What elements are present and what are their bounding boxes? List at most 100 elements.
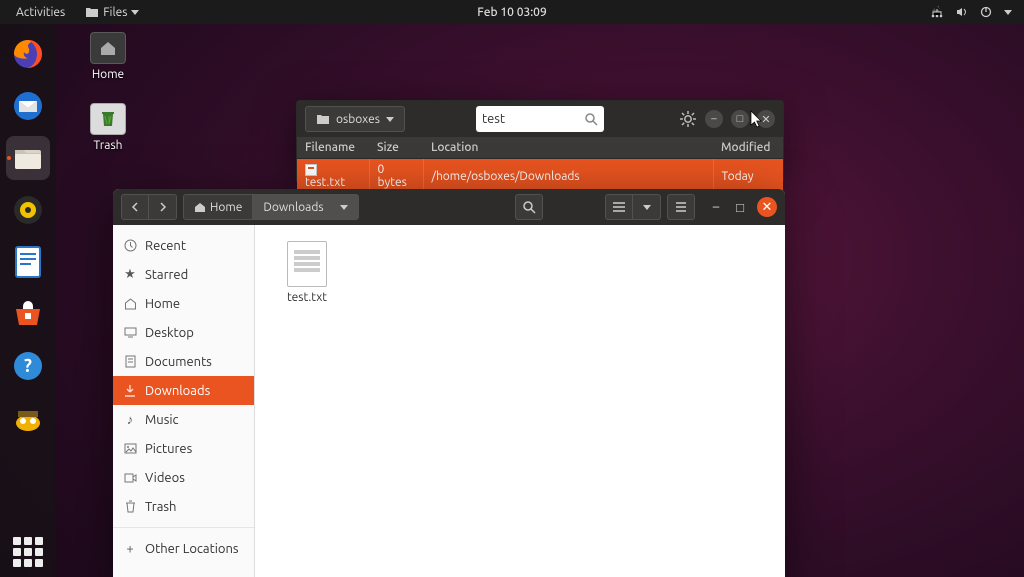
power-icon[interactable] bbox=[980, 6, 992, 18]
sidebar-item-recent[interactable]: Recent bbox=[113, 231, 254, 260]
videos-icon bbox=[123, 473, 137, 483]
catfish-results-table: Filename Size Location Modified test.txt… bbox=[297, 137, 783, 193]
dock-help[interactable]: ? bbox=[6, 344, 50, 388]
chevron-down-icon bbox=[340, 205, 348, 210]
close-button[interactable]: ✕ bbox=[757, 197, 777, 217]
catfish-path-button[interactable]: osboxes bbox=[305, 106, 405, 132]
sidebar-item-downloads[interactable]: Downloads bbox=[113, 376, 254, 405]
nautilus-content[interactable]: test.txt bbox=[255, 225, 785, 577]
catfish-search-field[interactable] bbox=[476, 106, 604, 132]
dock-libreoffice-writer[interactable] bbox=[6, 240, 50, 284]
catfish-window[interactable]: osboxes – □ ✕ Filename Size Location Mod… bbox=[296, 100, 784, 182]
catfish-maximize-button[interactable]: □ bbox=[731, 110, 749, 128]
sidebar-label: Videos bbox=[145, 471, 185, 485]
nautilus-sidebar: Recent ★ Starred Home Desktop bbox=[113, 225, 255, 577]
file-name-label: test.txt bbox=[287, 291, 327, 304]
column-modified[interactable]: Modified bbox=[713, 137, 783, 159]
sidebar-item-music[interactable]: ♪ Music bbox=[113, 405, 254, 434]
hamburger-menu-button[interactable] bbox=[667, 194, 695, 220]
sidebar-item-videos[interactable]: Videos bbox=[113, 463, 254, 492]
gnome-topbar: Activities Files Feb 10 03:09 bbox=[0, 0, 1024, 24]
sidebar-label: Home bbox=[145, 297, 180, 311]
desktop-home-icon[interactable]: Home bbox=[78, 32, 138, 81]
crumb-downloads[interactable]: Downloads bbox=[253, 194, 358, 220]
column-filename[interactable]: Filename bbox=[297, 137, 369, 159]
chevron-down-icon bbox=[386, 117, 394, 122]
search-button[interactable] bbox=[515, 194, 543, 220]
svg-text:?: ? bbox=[24, 356, 32, 376]
sidebar-label: Pictures bbox=[145, 442, 192, 456]
clock[interactable]: Feb 10 03:09 bbox=[477, 6, 546, 19]
network-icon[interactable] bbox=[930, 6, 944, 18]
app-menu-label: Files bbox=[103, 6, 127, 19]
minimize-button[interactable]: – bbox=[709, 200, 723, 214]
sidebar-label: Other Locations bbox=[145, 542, 239, 556]
file-item[interactable]: test.txt bbox=[271, 241, 343, 304]
catfish-headerbar[interactable]: osboxes – □ ✕ bbox=[297, 101, 783, 137]
dock-rhythmbox[interactable] bbox=[6, 188, 50, 232]
trash-icon bbox=[123, 500, 137, 513]
pictures-icon bbox=[123, 443, 137, 454]
text-file-icon bbox=[305, 164, 317, 176]
crumb-home-label: Home bbox=[210, 201, 242, 214]
breadcrumb: Home Downloads bbox=[183, 194, 359, 220]
plus-icon: + bbox=[123, 542, 137, 556]
column-size[interactable]: Size bbox=[369, 137, 423, 159]
activities-button[interactable]: Activities bbox=[8, 4, 73, 21]
catfish-path-label: osboxes bbox=[336, 113, 380, 126]
chevron-down-icon bbox=[131, 10, 139, 15]
star-icon: ★ bbox=[123, 267, 137, 282]
volume-icon[interactable] bbox=[956, 6, 968, 18]
back-button[interactable] bbox=[121, 194, 149, 220]
sidebar-item-desktop[interactable]: Desktop bbox=[113, 318, 254, 347]
folder-icon bbox=[85, 6, 99, 18]
sidebar-label: Trash bbox=[145, 500, 176, 514]
desktop-trash-icon[interactable]: Trash bbox=[78, 103, 138, 152]
text-file-icon bbox=[287, 241, 327, 287]
crumb-downloads-label: Downloads bbox=[263, 201, 323, 214]
nautilus-headerbar[interactable]: Home Downloads – □ ✕ bbox=[113, 189, 785, 225]
view-toggle-button[interactable] bbox=[605, 194, 633, 220]
running-indicator-icon bbox=[7, 156, 11, 160]
dock-files[interactable] bbox=[6, 136, 50, 180]
sidebar-label: Recent bbox=[145, 239, 186, 253]
sidebar-item-starred[interactable]: ★ Starred bbox=[113, 260, 254, 289]
show-applications-button[interactable] bbox=[0, 537, 56, 567]
sidebar-label: Documents bbox=[145, 355, 212, 369]
desktop-icons: Home Trash bbox=[78, 32, 138, 152]
nav-back-forward bbox=[121, 194, 177, 220]
cell-filename: test.txt bbox=[305, 176, 345, 189]
dock-extra-app[interactable] bbox=[6, 396, 50, 440]
clock-icon bbox=[123, 239, 137, 252]
sidebar-label: Music bbox=[145, 413, 179, 427]
sidebar-label: Downloads bbox=[145, 384, 210, 398]
desktop-trash-label: Trash bbox=[93, 139, 122, 152]
view-dropdown-button[interactable] bbox=[633, 194, 661, 220]
catfish-settings-button[interactable] bbox=[679, 110, 697, 128]
nautilus-window[interactable]: Home Downloads – □ ✕ bbox=[113, 189, 785, 577]
cell-location: /home/osboxes/Downloads bbox=[423, 159, 713, 194]
folder-icon bbox=[316, 113, 330, 125]
dock-thunderbird[interactable] bbox=[6, 84, 50, 128]
catfish-minimize-button[interactable]: – bbox=[705, 110, 723, 128]
sidebar-item-other-locations[interactable]: + Other Locations bbox=[113, 534, 254, 563]
system-menu-chevron-icon[interactable] bbox=[1004, 10, 1012, 15]
sidebar-item-pictures[interactable]: Pictures bbox=[113, 434, 254, 463]
chevron-down-icon bbox=[643, 205, 651, 210]
cell-modified: Today bbox=[713, 159, 783, 194]
maximize-button[interactable]: □ bbox=[733, 200, 747, 214]
sidebar-item-home[interactable]: Home bbox=[113, 289, 254, 318]
dock-software[interactable] bbox=[6, 292, 50, 336]
sidebar-separator bbox=[113, 527, 254, 528]
column-location[interactable]: Location bbox=[423, 137, 713, 159]
sidebar-item-documents[interactable]: Documents bbox=[113, 347, 254, 376]
catfish-search-input[interactable] bbox=[482, 112, 572, 126]
crumb-home[interactable]: Home bbox=[183, 194, 253, 220]
result-row[interactable]: test.txt 0 bytes /home/osboxes/Downloads… bbox=[297, 159, 783, 194]
forward-button[interactable] bbox=[149, 194, 177, 220]
search-icon bbox=[584, 112, 598, 126]
catfish-close-button[interactable]: ✕ bbox=[757, 110, 775, 128]
sidebar-item-trash[interactable]: Trash bbox=[113, 492, 254, 521]
app-menu[interactable]: Files bbox=[77, 4, 147, 21]
dock-firefox[interactable] bbox=[6, 32, 50, 76]
